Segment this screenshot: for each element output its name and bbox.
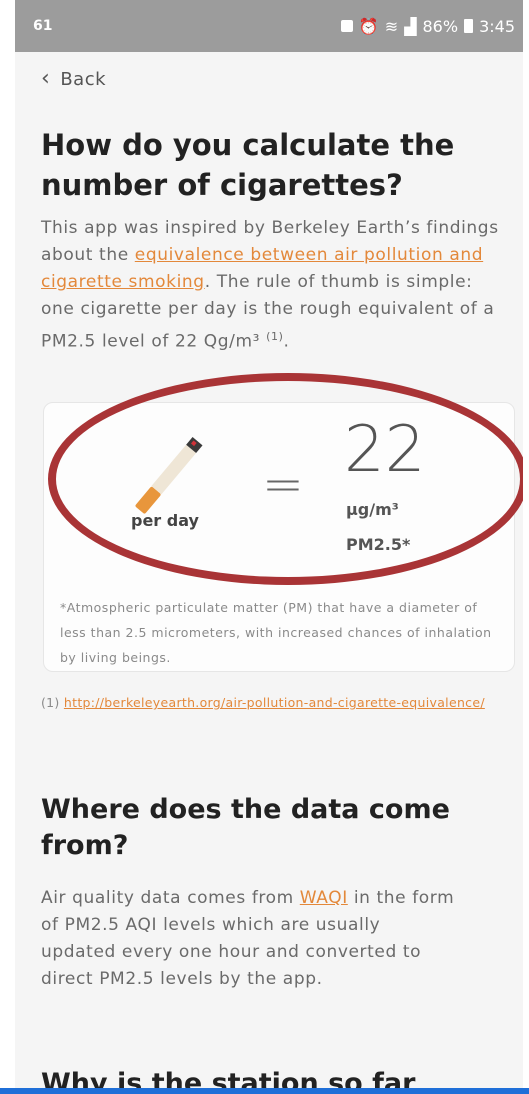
section-title-calculation: How do you calculate the number of cigar… bbox=[41, 128, 455, 202]
back-button[interactable]: ‹ Back bbox=[41, 68, 106, 90]
pm-value: 22 bbox=[344, 413, 426, 487]
reference-number: (1) bbox=[41, 695, 60, 710]
status-bar: 61 ⏰ ≋ ▟ 86% 3:45 bbox=[15, 0, 523, 52]
equals-sign: = bbox=[262, 455, 304, 513]
para-text: Air quality data comes from bbox=[41, 888, 300, 908]
status-icons: ⏰ ≋ ▟ 86% 3:45 bbox=[340, 16, 515, 36]
battery-icon bbox=[464, 19, 474, 33]
para-text: . bbox=[283, 331, 290, 352]
wifi-icon: ≋ bbox=[384, 16, 399, 36]
clock: 3:45 bbox=[479, 16, 515, 36]
per-day-label: per day bbox=[131, 511, 199, 530]
pollutant-label: PM2.5* bbox=[346, 535, 411, 554]
data-source-paragraph: Air quality data comes from WAQI in the … bbox=[41, 885, 461, 993]
waqi-link[interactable]: WAQI bbox=[300, 888, 348, 908]
chevron-left-icon: ‹ bbox=[41, 66, 51, 91]
equivalence-card: per day = 22 µg/m³ PM2.5* *Atmospheric p… bbox=[43, 402, 515, 672]
cigarette-icon bbox=[135, 437, 203, 514]
card-footnote: *Atmospheric particulate matter (PM) tha… bbox=[60, 600, 492, 665]
bottom-edge bbox=[0, 1088, 529, 1094]
nfc-icon bbox=[340, 20, 353, 32]
notification-count: 61 bbox=[33, 18, 53, 34]
reference-link[interactable]: http://berkeleyearth.org/air-pollution-a… bbox=[64, 695, 485, 710]
calculation-paragraph: This app was inspired by Berkeley Earth’… bbox=[41, 215, 511, 356]
back-label: Back bbox=[60, 68, 107, 90]
footnote-ref: (1) bbox=[266, 330, 284, 343]
battery-percent: 86% bbox=[422, 16, 459, 36]
reference-note: (1) http://berkeleyearth.org/air-polluti… bbox=[41, 690, 511, 715]
unit-label: µg/m³ bbox=[346, 500, 399, 519]
alarm-icon: ⏰ bbox=[358, 16, 379, 36]
section-title-data-source: Where does the data come from? bbox=[41, 794, 450, 861]
signal-icon: ▟ bbox=[404, 16, 417, 36]
app-screen: 61 ⏰ ≋ ▟ 86% 3:45 ‹ Back How do you calc… bbox=[15, 0, 523, 1094]
